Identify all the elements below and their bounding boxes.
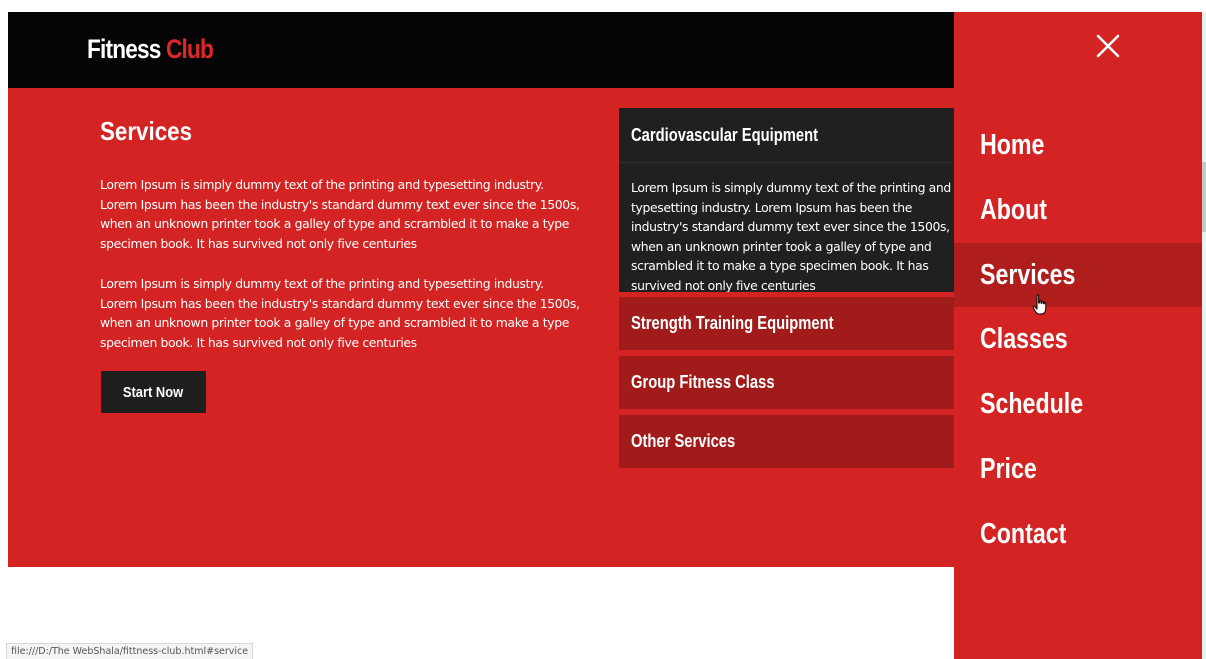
logo-accent-text: Club (165, 34, 214, 64)
browser-top-strip (0, 0, 1206, 12)
services-paragraph: Lorem Ipsum is simply dummy text of the … (100, 276, 580, 350)
browser-viewport: Fitness Club Services Lorem Ipsum is sim… (0, 0, 1206, 659)
side-navigation-menu: Home About Services Classes Schedule Pri… (954, 12, 1202, 659)
services-accordion: Cardiovascular Equipment Lorem Ipsum is … (619, 108, 954, 468)
menu-item-price[interactable]: Price (954, 437, 1202, 502)
accordion-item-strength-training[interactable]: Strength Training Equipment (619, 297, 954, 350)
accordion-item-group-fitness[interactable]: Group Fitness Class (619, 356, 954, 409)
accordion-item-label: Other Services (631, 431, 736, 451)
side-menu-list: Home About Services Classes Schedule Pri… (954, 113, 1202, 567)
accordion-item-label: Strength Training Equipment (631, 313, 834, 333)
services-title: Services (100, 116, 193, 146)
browser-status-bar-url: file:///D:/The WebShala/fittness-club.ht… (6, 643, 254, 659)
logo-main-text: Fitness (87, 34, 161, 64)
site-header: Fitness Club (8, 12, 954, 88)
hand-pointer-cursor-icon (1032, 294, 1047, 315)
menu-item-home[interactable]: Home (954, 113, 1202, 178)
accordion-body: Lorem Ipsum is simply dummy text of the … (631, 180, 951, 292)
menu-item-schedule[interactable]: Schedule (954, 372, 1202, 437)
accordion-item-open: Cardiovascular Equipment Lorem Ipsum is … (619, 108, 954, 292)
menu-item-label: Contact (980, 517, 1067, 550)
accordion-header-cardiovascular[interactable]: Cardiovascular Equipment (619, 108, 954, 163)
menu-item-classes[interactable]: Classes (954, 307, 1202, 372)
scrollbar-thumb[interactable] (1202, 162, 1206, 232)
menu-item-about[interactable]: About (954, 178, 1202, 243)
menu-item-label: Home (980, 129, 1045, 161)
close-menu-button[interactable] (1094, 32, 1122, 60)
menu-item-contact[interactable]: Contact (954, 502, 1202, 567)
site-logo[interactable]: Fitness Club (87, 34, 214, 65)
page-content: Fitness Club Services Lorem Ipsum is sim… (8, 12, 954, 567)
menu-item-label: Services (980, 258, 1076, 291)
menu-item-label: Schedule (980, 388, 1084, 421)
menu-item-label: Classes (980, 323, 1068, 356)
menu-item-label: Price (980, 452, 1037, 485)
accordion-item-label: Group Fitness Class (631, 372, 775, 392)
services-paragraph: Lorem Ipsum is simply dummy text of the … (100, 177, 580, 251)
menu-item-label: About (980, 193, 1047, 226)
close-icon (1096, 34, 1120, 58)
accordion-header-label: Cardiovascular Equipment (631, 125, 819, 145)
page-scrollbar[interactable] (1202, 12, 1206, 659)
accordion-item-other-services[interactable]: Other Services (619, 415, 954, 468)
start-now-button[interactable]: Start Now (101, 371, 206, 413)
start-now-label: Start Now (123, 383, 184, 401)
menu-item-services[interactable]: Services (954, 242, 1202, 308)
